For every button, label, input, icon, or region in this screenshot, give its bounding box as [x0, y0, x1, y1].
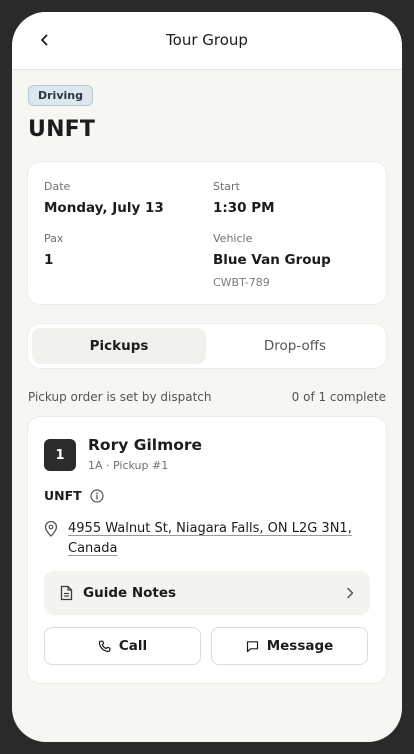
- pickup-number-badge: 1: [44, 439, 76, 471]
- phone-icon: [98, 640, 111, 653]
- message-button[interactable]: Message: [211, 627, 368, 665]
- address-line-2: Canada: [68, 541, 118, 556]
- vehicle-value: Blue Van Group: [213, 252, 331, 268]
- info-icon[interactable]: [90, 488, 104, 503]
- order-status-row: Pickup order is set by dispatch 0 of 1 c…: [28, 390, 386, 404]
- guide-notes-button[interactable]: Guide Notes: [44, 571, 370, 615]
- vehicle-field: Vehicle Blue Van Group CWBT-789: [213, 232, 331, 289]
- address-row: 4955 Walnut St, Niagara Falls, ON L2G 3N…: [44, 519, 364, 559]
- page-title: Tour Group: [166, 31, 248, 49]
- pickup-card: 1 Rory Gilmore 1A · Pickup #1 UNFT 4955 …: [28, 417, 386, 683]
- map-pin-icon: [44, 520, 58, 559]
- pickup-address-link[interactable]: 4955 Walnut St, Niagara Falls, ON L2G 3N…: [68, 519, 352, 559]
- phone-screen: Tour Group Driving UNFT Date Monday, Jul…: [12, 12, 402, 742]
- tour-details-card: Date Monday, July 13 Start 1:30 PM Pax 1…: [28, 162, 386, 304]
- tour-code-row: UNFT: [44, 488, 104, 503]
- pickup-dropoff-tabs: Pickups Drop-offs: [28, 324, 386, 368]
- message-icon: [246, 640, 259, 653]
- completion-count: 0 of 1 complete: [291, 390, 386, 404]
- start-label: Start: [213, 180, 240, 193]
- vehicle-label: Vehicle: [213, 232, 253, 245]
- top-bar: Tour Group: [12, 12, 402, 70]
- date-value: Monday, July 13: [44, 200, 164, 216]
- date-field: Date Monday, July 13: [44, 180, 164, 216]
- start-value: 1:30 PM: [213, 200, 275, 216]
- pax-field: Pax 1: [44, 232, 63, 268]
- pickup-meta: 1A · Pickup #1: [88, 459, 169, 472]
- passenger-name: Rory Gilmore: [88, 436, 203, 454]
- chevron-right-icon: [346, 587, 354, 599]
- pax-value: 1: [44, 252, 54, 268]
- tour-name: UNFT: [28, 117, 96, 142]
- guide-notes-label: Guide Notes: [83, 585, 177, 601]
- document-icon: [60, 585, 73, 601]
- status-badge: Driving: [28, 85, 93, 106]
- order-note: Pickup order is set by dispatch: [28, 390, 212, 404]
- vehicle-plate: CWBT-789: [213, 276, 270, 289]
- call-button[interactable]: Call: [44, 627, 201, 665]
- message-label: Message: [266, 638, 334, 654]
- tour-code: UNFT: [44, 488, 82, 503]
- pax-label: Pax: [44, 232, 64, 245]
- call-label: Call: [118, 638, 148, 654]
- start-field: Start 1:30 PM: [213, 180, 275, 216]
- main-content: Driving UNFT Date Monday, July 13 Start …: [12, 70, 402, 683]
- tab-drop-offs[interactable]: Drop-offs: [208, 328, 382, 364]
- address-line-1: 4955 Walnut St, Niagara Falls, ON L2G 3N…: [68, 521, 352, 536]
- tab-pickups[interactable]: Pickups: [32, 328, 206, 364]
- date-label: Date: [44, 180, 71, 193]
